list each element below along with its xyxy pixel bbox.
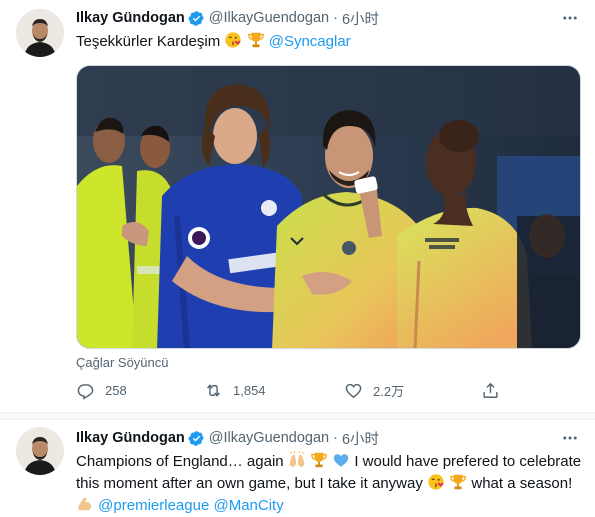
tweet-text-body: Teşekkürler Kardeşim <box>76 33 221 50</box>
mention-link[interactable]: @ManCity <box>213 497 283 514</box>
tweet-text: Champions of England… again I would have… <box>76 451 581 517</box>
tweet-text-segment: Champions of England… again <box>76 453 284 470</box>
tweet-divider <box>0 412 595 420</box>
trophy-emoji <box>449 473 467 491</box>
kissing-face-with-heart-emoji <box>224 31 242 49</box>
author-handle[interactable]: @IlkayGuendogan <box>209 10 329 26</box>
tweet-text: Teşekkürler Kardeşim @Syncaglar <box>76 31 351 53</box>
author-handle[interactable]: @IlkayGuendogan <box>209 430 329 446</box>
author-name[interactable]: Ilkay Gündogan <box>76 10 185 26</box>
tweet-text-segment: this moment after an own game, but I tak… <box>76 475 423 492</box>
kissing-face-with-heart-emoji <box>427 473 445 491</box>
tweet[interactable]: Ilkay Gündogan @IlkayGuendogan · 6小时 Teş… <box>0 0 595 412</box>
tweet-text-line: Champions of England… again I would have… <box>76 451 581 473</box>
photo-caption[interactable]: Çağlar Söyüncü <box>76 355 169 370</box>
tweet-actions: 258 1,854 2.2万 <box>76 381 506 403</box>
share-button[interactable] <box>481 381 510 400</box>
more-options-icon[interactable] <box>559 8 581 28</box>
timestamp[interactable]: 6小时 <box>342 8 379 29</box>
tweet-header: Ilkay Gündogan @IlkayGuendogan · 6小时 <box>76 428 379 448</box>
tweet-text-line: @premierleague @ManCity <box>76 495 581 517</box>
retweet-count: 1,854 <box>233 383 266 398</box>
tweet-photo[interactable] <box>76 65 581 349</box>
separator-dot: · <box>333 430 338 446</box>
tweet-text-segment: I would have prefered to celebrate <box>354 453 582 470</box>
blue-heart-emoji <box>332 451 350 469</box>
more-options-icon[interactable] <box>559 428 581 448</box>
tweet-text-segment: what a season! <box>471 475 573 492</box>
flexed-biceps-emoji <box>76 495 94 513</box>
like-count: 2.2万 <box>373 384 405 399</box>
retweet-icon <box>207 384 220 397</box>
mention-link[interactable]: @Syncaglar <box>269 33 351 50</box>
verified-badge-icon <box>188 430 205 447</box>
retweet-button[interactable]: 1,854 <box>204 381 266 400</box>
like-button[interactable]: 2.2万 <box>344 381 404 400</box>
reply-count: 258 <box>105 383 127 398</box>
mention-link[interactable]: @premierleague <box>98 497 209 514</box>
avatar[interactable] <box>16 427 64 475</box>
reply-button[interactable]: 258 <box>76 381 127 400</box>
tweet-header: Ilkay Gündogan @IlkayGuendogan · 6小时 <box>76 8 379 28</box>
heart-icon <box>345 383 362 399</box>
share-icon <box>483 382 498 398</box>
trophy-emoji <box>247 31 265 49</box>
raising-hands-emoji <box>288 451 306 469</box>
timestamp[interactable]: 6小时 <box>342 428 379 449</box>
tweet[interactable]: Ilkay Gündogan @IlkayGuendogan · 6小时 Cha… <box>0 420 595 517</box>
author-name[interactable]: Ilkay Gündogan <box>76 430 185 446</box>
reply-icon <box>77 384 94 400</box>
separator-dot: · <box>333 10 338 26</box>
tweet-text-line: this moment after an own game, but I tak… <box>76 473 581 495</box>
verified-badge-icon <box>188 10 205 27</box>
trophy-emoji <box>310 451 328 469</box>
avatar[interactable] <box>16 9 64 57</box>
